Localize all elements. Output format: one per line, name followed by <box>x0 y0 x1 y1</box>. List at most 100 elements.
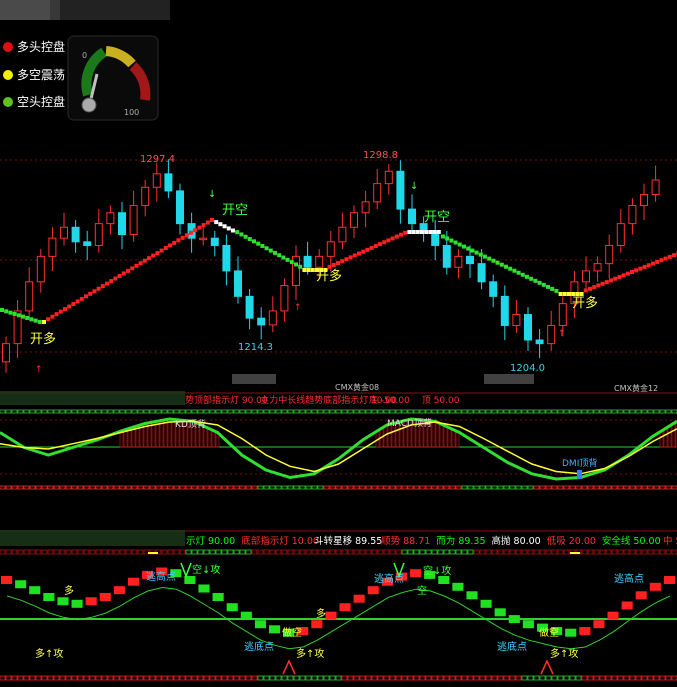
panel3-strip-cell <box>341 675 348 681</box>
arrow-up-1: ↑ <box>35 365 43 375</box>
panel3-bar <box>226 603 238 612</box>
trend-dot <box>92 289 97 294</box>
panel3-bar <box>29 586 41 595</box>
panel2-strip-cell <box>185 485 192 490</box>
panel3-strip-cell <box>59 675 66 681</box>
trend-dot <box>537 280 542 285</box>
panel2-strip-cell <box>155 485 162 490</box>
escape-bottom-1: 逃底点 <box>244 640 274 653</box>
panel3-strip-cell <box>83 549 90 555</box>
panel2-strip-cell <box>473 409 480 414</box>
trend-dot <box>462 244 466 249</box>
panel2-strip-cell <box>221 409 228 414</box>
panel3-strip-cell <box>455 549 462 555</box>
panel3-strip-cell <box>539 675 546 681</box>
trend-dot <box>625 271 630 276</box>
blurred-header-mid <box>50 0 170 20</box>
panel3-strip-cell <box>173 549 180 555</box>
panel3-strip-cell <box>47 675 54 681</box>
panel3-bar <box>593 620 605 629</box>
panel3-strip-cell <box>281 549 288 555</box>
panel2-strip-cell <box>599 409 606 414</box>
candle-body <box>94 223 103 246</box>
trend-dot <box>0 308 4 312</box>
panel3-strip-cell <box>17 549 24 555</box>
panel3-strip-cell <box>371 675 378 681</box>
panel2-strip-cell <box>239 485 246 490</box>
panel2-strip-cell <box>227 409 234 414</box>
panel2-strip-cell <box>341 485 348 490</box>
panel3-strip-cell <box>245 549 252 555</box>
panel2-strip-cell <box>629 485 636 490</box>
trend-dot <box>294 262 298 267</box>
trend-dot <box>58 309 63 314</box>
panel2-strip-cell <box>551 485 558 490</box>
bull-label-1: 多 <box>64 584 74 597</box>
panel3-strip-cell <box>425 675 432 681</box>
trend-dot <box>273 250 277 255</box>
panel2-strip-cell <box>173 485 180 490</box>
panel3-bar <box>1 576 13 584</box>
panel2-strip-cell <box>347 485 354 490</box>
panel3-strip-cell <box>605 675 612 681</box>
panel3-bar <box>494 608 506 617</box>
panel3-strip-cell <box>275 549 282 555</box>
open-long-1: 开多 <box>30 331 56 347</box>
panel3-strip-cell <box>467 675 474 681</box>
panel2-strip-cell <box>107 485 114 490</box>
panel2-indicator-2: 底 -50.00 <box>369 394 410 406</box>
trend-dot <box>592 285 597 290</box>
panel2-strip-cell <box>461 485 468 490</box>
panel3-strip-cell <box>521 675 528 681</box>
panel2-strip-cell <box>641 485 648 490</box>
panel3-strip-cell <box>377 675 384 681</box>
panel2-strip-cell <box>455 409 462 414</box>
panel2-strip-cell <box>497 485 504 490</box>
panel3-strip-cell <box>473 549 480 555</box>
open-long-3: 开多 <box>572 295 598 311</box>
panel2-strip-cell <box>461 409 468 414</box>
panel3-bar <box>452 582 464 591</box>
panel2-strip-cell <box>449 409 456 414</box>
panel2-strip-cell <box>35 485 42 490</box>
panel2-strip-cell <box>101 409 108 414</box>
panel2-strip-cell <box>257 409 264 414</box>
panel3-strip-cell <box>647 549 654 555</box>
candle-body <box>164 173 173 192</box>
panel2-strip-cell <box>401 409 408 414</box>
candle-body <box>83 241 92 246</box>
trend-dot <box>285 257 290 262</box>
panel3-bar <box>565 628 577 637</box>
panel2-strip-cell <box>65 485 72 490</box>
trend-dot <box>672 253 676 258</box>
panel2-strip-cell <box>665 485 672 490</box>
panel2-strip-cell <box>29 485 36 490</box>
kd-annotation: KD顶背 <box>175 418 206 430</box>
panel2-strip-cell <box>131 409 138 414</box>
panel2-strip-cell <box>245 409 252 414</box>
panel3-strip-cell <box>557 675 564 681</box>
panel2-strip-cell <box>149 409 156 414</box>
panel3-header: 示灯 90.00 底部指示灯 10.00斗转星移 89.55顺势 88.71 而为 … <box>186 535 677 547</box>
candle-body <box>303 255 312 268</box>
trend-dot <box>96 286 101 291</box>
panel2-strip-cell <box>317 409 324 414</box>
chart-canvas: 多头控盘 多空震荡 空头控盘 0 100 1297.4 1298.8 1214.… <box>0 0 677 681</box>
panel2-strip-cell <box>545 485 552 490</box>
panel3-strip-cell <box>461 549 468 555</box>
panel3-strip-cell <box>161 675 168 681</box>
trend-dot <box>252 239 256 244</box>
trend-dot <box>546 284 550 289</box>
panel2-strip-cell <box>41 409 48 414</box>
panel3-bar <box>480 599 492 608</box>
panel3-strip-cell <box>197 675 204 681</box>
panel3-strip-cell <box>311 549 318 555</box>
panel2-strip-cell <box>467 485 474 490</box>
trend-dot <box>214 220 219 225</box>
panel2-strip-cell <box>335 485 342 490</box>
panel3-strip-cell <box>287 675 294 681</box>
panel2-strip-cell <box>269 485 276 490</box>
panel2-strip-cell <box>533 485 540 490</box>
panel2-strip-cell <box>83 485 90 490</box>
trend-dot <box>600 281 605 286</box>
